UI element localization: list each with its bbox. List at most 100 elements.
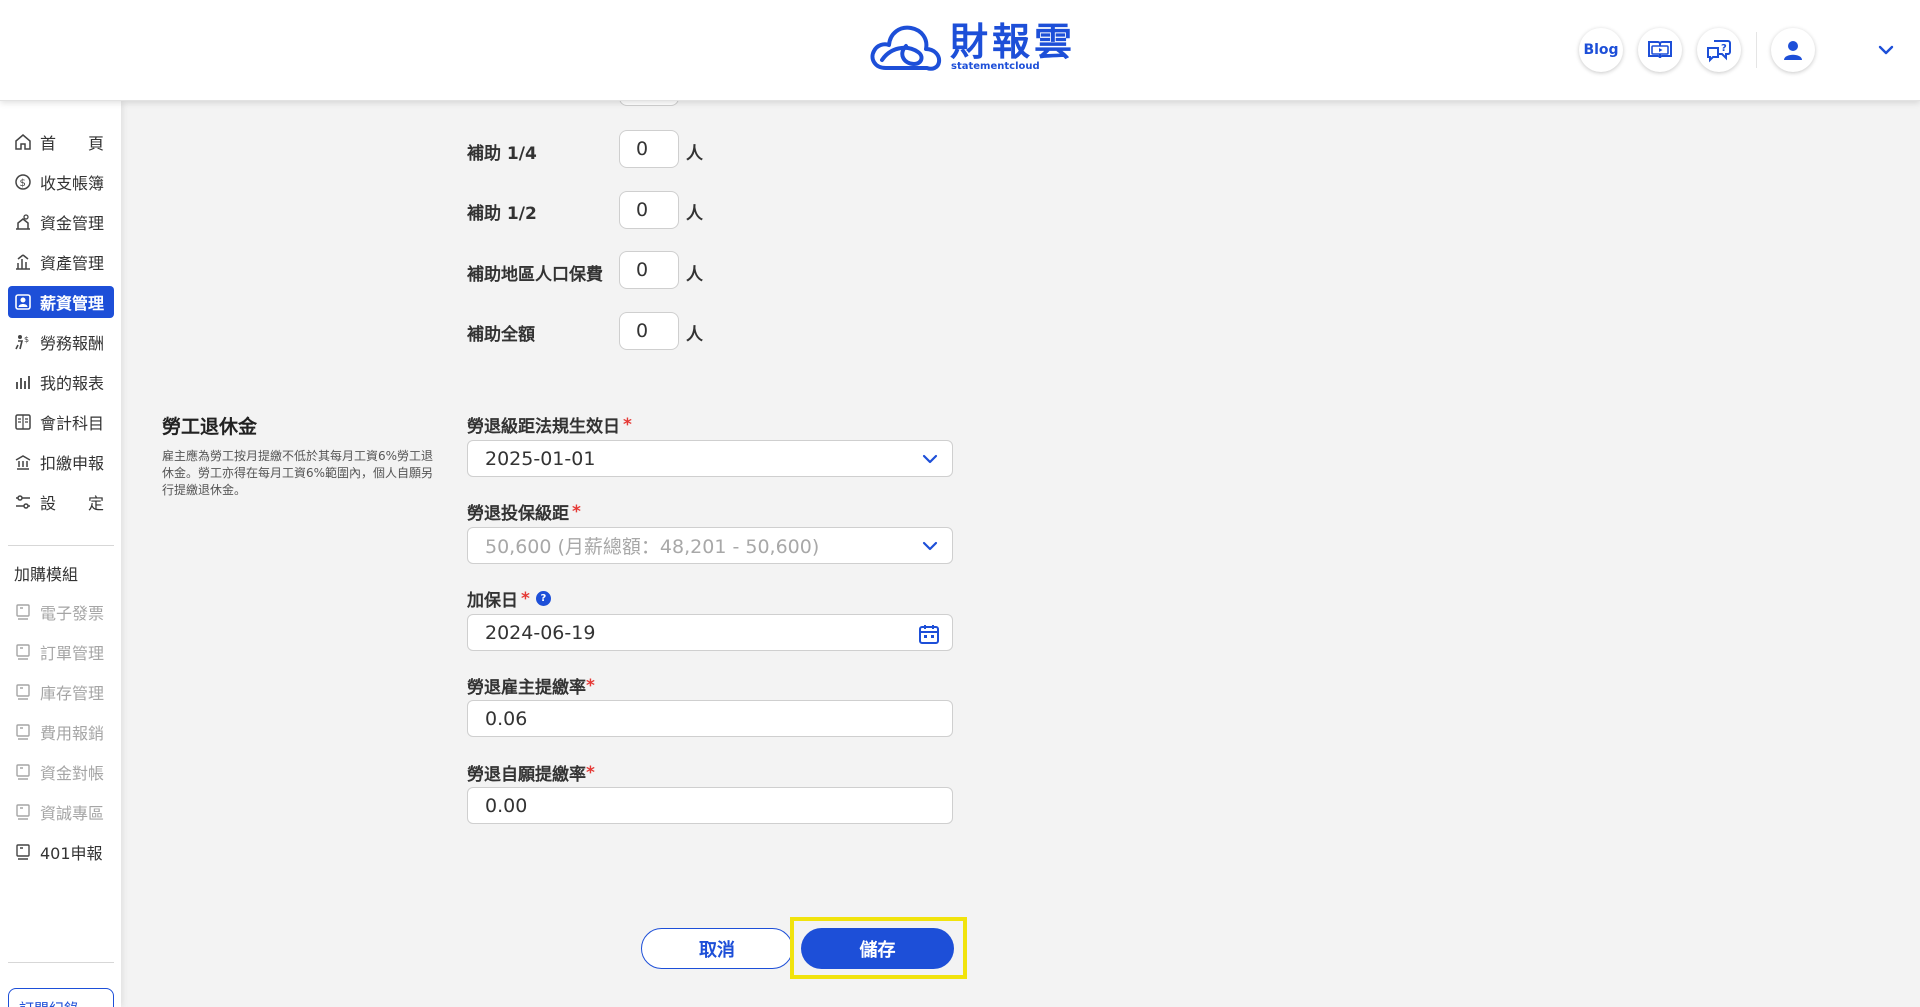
effective-date-label: 勞退級距法規生效日 *: [467, 412, 632, 438]
chart-icon: [14, 373, 32, 391]
subsidy-quarter-input[interactable]: 0: [619, 130, 679, 168]
tax-icon: [14, 453, 32, 471]
sidebar-item-accounts[interactable]: 會計科目: [8, 406, 114, 438]
video-book-icon: [1648, 41, 1672, 59]
pension-grade-select[interactable]: 50,600 (月薪總額：48,201 - 50,600): [467, 527, 953, 564]
sidebar-item-label: 電子發票: [40, 604, 105, 623]
voluntary-rate-label: 勞退自願提繳率 *: [467, 760, 595, 786]
required-mark: *: [586, 675, 595, 696]
employer-rate-label: 勞退雇主提繳率 *: [467, 673, 595, 699]
voluntary-rate-input[interactable]: 0.00: [467, 787, 953, 824]
sidebar-divider: [8, 962, 114, 963]
required-mark: *: [572, 501, 581, 522]
top-header: 財報雲 statementcloud Blog ?: [0, 0, 1920, 101]
subsidy-full-input[interactable]: 0: [619, 312, 679, 350]
sidebar-item-label: 扣繳申報: [40, 454, 105, 473]
sidebar-item-withholding[interactable]: 扣繳申報: [8, 446, 114, 478]
labor-icon: $: [14, 333, 32, 351]
sidebar-item-label: 資產管理: [40, 254, 105, 273]
label-text: 勞退投保級距: [467, 504, 569, 524]
sidebar-item-label: 資誠專區: [40, 804, 105, 823]
sidebar-item-label: 會計科目: [40, 414, 105, 433]
sidebar-item-reports[interactable]: 我的報表: [8, 366, 114, 398]
sidebar-item-label: 我的報表: [40, 374, 105, 393]
sidebar-item-expenses[interactable]: 費用報銷: [8, 716, 114, 748]
sidebar-item-401-filing[interactable]: 401申報: [8, 836, 114, 868]
sidebar-item-label: 設定: [40, 494, 104, 513]
sidebar-item-assets[interactable]: 資產管理: [8, 246, 114, 278]
sidebar-item-reconciliation[interactable]: 資金對帳: [8, 756, 114, 788]
module-icon: [14, 803, 32, 821]
required-mark: *: [623, 414, 632, 435]
chevron-down-icon: [922, 454, 938, 464]
enroll-date-input[interactable]: 2024-06-19: [467, 614, 953, 651]
sidebar-item-label: 庫存管理: [40, 684, 105, 703]
unit-label: 人: [686, 325, 703, 345]
sidebar-item-labor[interactable]: $ 勞務報酬: [8, 326, 114, 358]
sidebar-item-label: 訂單管理: [40, 644, 105, 663]
sidebar-item-home[interactable]: 首頁: [8, 126, 114, 158]
money-bag-icon: [14, 213, 32, 231]
subsidy-regional-input[interactable]: 0: [619, 251, 679, 289]
sidebar-item-funds[interactable]: 資金管理: [8, 206, 114, 238]
svg-text:$: $: [24, 335, 29, 344]
cancel-button[interactable]: 取消: [641, 928, 793, 969]
calendar-icon[interactable]: [918, 623, 940, 645]
required-mark: *: [521, 588, 530, 609]
user-icon: [1784, 41, 1802, 60]
blog-button[interactable]: Blog: [1579, 28, 1623, 72]
section-title: 勞工退休金: [162, 416, 258, 438]
blog-label: Blog: [1583, 42, 1619, 58]
cancel-label: 取消: [699, 939, 735, 961]
assets-icon: [14, 253, 32, 271]
sidebar-item-label: 費用報銷: [40, 724, 105, 743]
input-value: 2024-06-19: [485, 621, 596, 644]
employer-rate-input[interactable]: 0.06: [467, 700, 953, 737]
sidebar-item-label: 勞務報酬: [40, 334, 105, 353]
subsidy-half-input[interactable]: 0: [619, 191, 679, 229]
label-text: 勞退雇主提繳率: [467, 678, 586, 698]
sidebar-item-inventory[interactable]: 庫存管理: [8, 676, 114, 708]
sidebar-item-ledger[interactable]: $ 收支帳簿: [8, 166, 114, 198]
sidebar-divider: [8, 545, 114, 546]
sidebar-item-label: 資金對帳: [40, 764, 105, 783]
subscription-label: 訂閱紀錄: [19, 998, 79, 1007]
select-value: 50,600 (月薪總額：48,201 - 50,600): [485, 536, 820, 558]
sidebar-item-payroll[interactable]: 薪資管理: [8, 286, 114, 318]
help-icon[interactable]: ?: [535, 591, 551, 606]
label-text: 勞退自願提繳率: [467, 765, 586, 785]
module-icon: [14, 683, 32, 701]
sidebar-item-einvoice[interactable]: 電子發票: [8, 596, 114, 628]
ledger-icon: [14, 413, 32, 431]
subscription-button[interactable]: 訂閱紀錄: [8, 988, 114, 1007]
app-logo[interactable]: 財報雲 statementcloud: [868, 20, 1076, 74]
effective-date-select[interactable]: 2025-01-01: [467, 440, 953, 477]
sidebar-item-orders[interactable]: 訂單管理: [8, 636, 114, 668]
save-button[interactable]: 儲存: [801, 928, 954, 969]
subsidy-full-label: 補助全額: [467, 325, 535, 345]
chevron-down-icon[interactable]: [1876, 38, 1896, 62]
label-text: 勞退級距法規生效日: [467, 417, 620, 437]
sidebar-item-settings[interactable]: 設定: [8, 486, 114, 518]
required-mark: *: [586, 762, 595, 783]
help-chat-button[interactable]: ?: [1697, 28, 1741, 72]
svg-text:?: ?: [1721, 43, 1727, 54]
home-icon: [14, 133, 32, 151]
sidebar-item-label: 401申報: [40, 844, 103, 863]
unit-label: 人: [686, 144, 703, 164]
unit-label: 人: [686, 265, 703, 285]
module-icon: [14, 763, 32, 781]
save-label: 儲存: [859, 939, 896, 961]
grade-label: 勞退投保級距 *: [467, 499, 581, 525]
input-value: 0.00: [485, 794, 528, 817]
addon-heading: 加購模組: [14, 565, 79, 584]
module-icon: [14, 603, 32, 621]
subsidy-quarter-label: 補助 1/4: [467, 144, 537, 164]
question-chat-icon: ?: [1707, 40, 1731, 63]
sidebar-item-pwc-zone[interactable]: 資誠專區: [8, 796, 114, 828]
subsidy-regional-label: 補助地區人口保費: [467, 265, 603, 285]
chevron-down-icon: [922, 541, 938, 551]
video-guide-button[interactable]: [1638, 28, 1682, 72]
sidebar-item-label: 首頁: [40, 134, 104, 153]
user-avatar-button[interactable]: [1771, 28, 1815, 72]
